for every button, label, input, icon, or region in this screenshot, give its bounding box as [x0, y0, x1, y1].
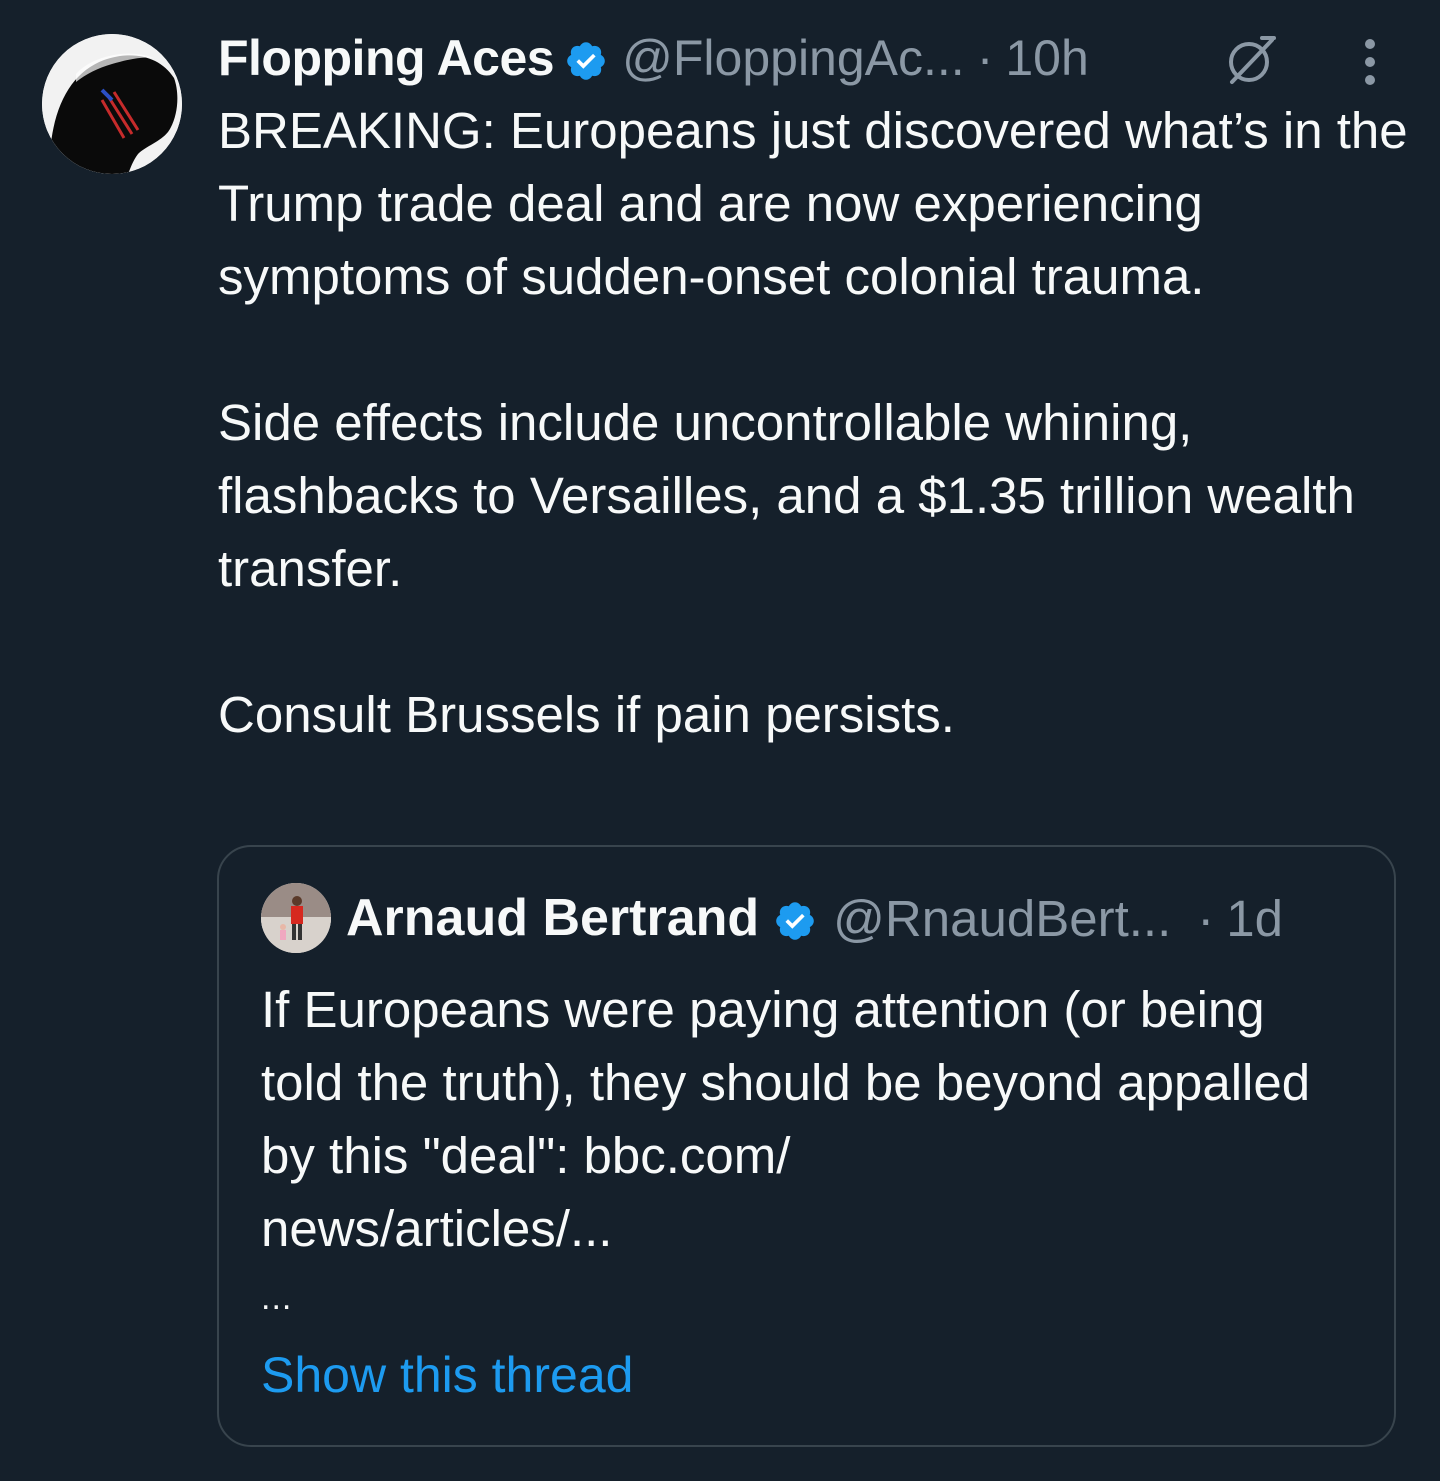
tweet-paragraph: Side effects include uncontrollable whin… — [218, 394, 1355, 597]
tweet[interactable]: Flopping Aces @FloppingAc... · 10h BREAK… — [0, 0, 1440, 1481]
more-options-icon[interactable] — [1352, 36, 1388, 88]
verified-badge-icon — [773, 896, 817, 940]
quoted-author-display-name[interactable]: Arnaud Bertrand — [346, 888, 759, 948]
tweet-paragraph: BREAKING: Europeans just discovered what… — [218, 102, 1408, 305]
author-handle[interactable]: @FloppingAc... — [622, 28, 965, 88]
grok-icon[interactable] — [1222, 32, 1278, 88]
quoted-tweet-text: If Europeans were paying attention (or b… — [261, 981, 1311, 1257]
quoted-author-handle[interactable]: @RnaudBert... — [833, 889, 1171, 948]
quoted-tweet-timestamp[interactable]: 1d — [1226, 889, 1283, 948]
quoted-tweet[interactable]: Arnaud Bertrand @RnaudBert... · 1d If Eu… — [217, 845, 1396, 1447]
avatar-image — [42, 34, 182, 174]
tweet-timestamp[interactable]: 10h — [1005, 28, 1088, 88]
quoted-header-separator: · — [1197, 889, 1215, 947]
quoted-author-avatar[interactable] — [261, 883, 331, 953]
quoted-avatar-image — [261, 883, 331, 953]
tweet-text: BREAKING: Europeans just discovered what… — [218, 94, 1408, 751]
author-avatar[interactable] — [42, 34, 182, 174]
tweet-paragraph: Consult Brussels if pain persists. — [218, 686, 955, 743]
show-thread-link[interactable]: Show this thread — [261, 1345, 633, 1405]
quoted-tweet-header: Arnaud Bertrand @RnaudBert... · 1d — [346, 887, 1283, 949]
author-display-name[interactable]: Flopping Aces — [218, 28, 555, 88]
verified-badge-icon — [564, 36, 608, 80]
header-separator: · — [976, 30, 994, 86]
tweet-header: Flopping Aces @FloppingAc... · 10h — [218, 28, 1089, 88]
quoted-tweet-truncation: ... — [261, 1279, 293, 1317]
